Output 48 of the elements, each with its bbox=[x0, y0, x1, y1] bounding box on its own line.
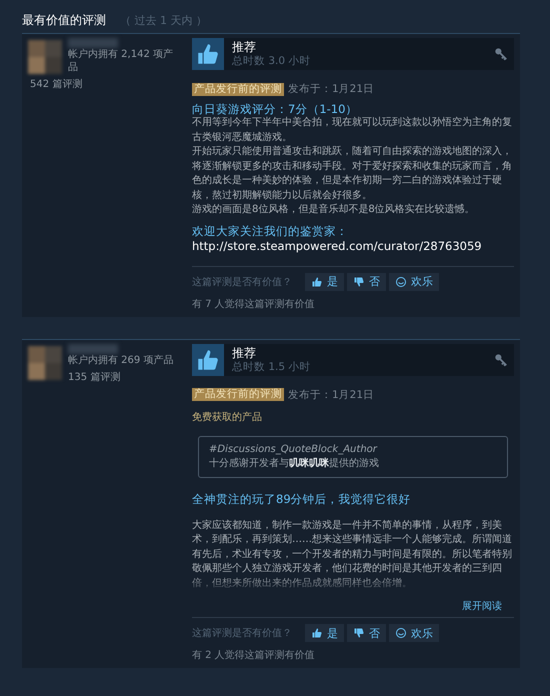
review-paragraph: 不用等到今年下半年中美合拍，现在就可以玩到这款以孙悟空为主角的复古类银河恶魔城游戏。 bbox=[192, 116, 513, 144]
review-paragraph: 游戏的画面是8位风格，但是音乐却不是8位风格实在比较遗憾。 bbox=[192, 203, 476, 217]
quote-author: #Discussions_QuoteBlock_Author bbox=[209, 442, 378, 456]
products-count: 帐户内拥有 2,142 项产品 bbox=[68, 48, 174, 74]
vote-button[interactable]: 否 bbox=[347, 624, 386, 642]
vote-button[interactable]: 欢乐 bbox=[389, 624, 439, 642]
reviews-count: 135 篇评测 bbox=[67, 370, 122, 384]
helpful-prompt: 这篇评测是否有价值？ bbox=[192, 626, 292, 640]
pre-release-tag: 产品发行前的评测 bbox=[192, 388, 284, 401]
key-icon bbox=[494, 352, 508, 366]
review-paragraph: 大家应该都知道，制作一款游戏是一件并不简单的事情，从程序，到美术，到配乐，再到策划……想来这些事情远非一个人能够完成。所谓闻道有先后，术业有专攻，一个开发者的精力与时间是有限的。所以笔者特别敬佩那些个人独立游戏开发者，他们花费的时间是其他开发者的三到四倍，但想来所做出来的作品成就感同样也会倍增。 bbox=[192, 518, 513, 590]
avatar-icon[interactable] bbox=[28, 40, 62, 74]
thumbs-up-icon bbox=[311, 627, 323, 639]
posted-date: 发布于：1月21日 bbox=[288, 82, 374, 96]
helpful-count: 有 7 人觉得这篇评测有价值 bbox=[192, 298, 316, 310]
vote-button[interactable]: 是 bbox=[305, 624, 344, 642]
blurred-name bbox=[68, 344, 118, 354]
highlight-text: 欢迎大家关注我们的鉴赏家： bbox=[192, 224, 349, 238]
reviews-count: 542 篇评测 bbox=[29, 78, 84, 91]
vote-button[interactable]: 是 bbox=[305, 272, 344, 290]
period-label: （ 过去 1 天内 ） bbox=[120, 13, 207, 28]
section-title: 最有价值的评测 bbox=[22, 12, 106, 29]
products-count: 帐户内拥有 269 项产品 bbox=[68, 354, 174, 366]
pre-release-tag: 产品发行前的评测 bbox=[192, 82, 284, 96]
vote-button[interactable]: 否 bbox=[347, 272, 386, 290]
free-product-note: 免费获取的产品 bbox=[192, 410, 263, 424]
posted-date: 发布于：1月21日 bbox=[288, 388, 374, 402]
helpful-prompt: 这篇评测是否有价值？ bbox=[192, 276, 292, 288]
verdict-label: 推荐 bbox=[232, 40, 257, 55]
key-icon bbox=[494, 47, 508, 61]
thumbs-up-icon bbox=[311, 276, 323, 288]
review-headline: 全神贯注的玩了89分钟后，我觉得它很好 bbox=[192, 492, 412, 506]
verdict-label: 推荐 bbox=[232, 346, 257, 360]
hours-label: 总时数 3.0 小时 bbox=[232, 55, 312, 68]
review-paragraph: 开始玩家只能使用普通攻击和跳跃，随着可自由探索的游戏地图的深入，将逐渐解锁更多的攻击和移动手段。对于爱好探索和收集的玩家而言，角色的成长是一种美妙的体验，但是本作初期一穷二白的游戏体验过于硬核，熬过初期解锁能力以后就会好很多。 bbox=[192, 145, 513, 202]
helpful-count: 有 2 人觉得这篇评测有价值 bbox=[192, 648, 316, 662]
thumbs-down-icon bbox=[353, 627, 365, 639]
avatar-icon[interactable] bbox=[28, 346, 62, 380]
smiley-icon bbox=[395, 627, 407, 639]
read-more-link[interactable]: 展开阅读 bbox=[462, 601, 502, 612]
thumbs-down-icon bbox=[353, 276, 365, 288]
curator-link[interactable]: http://store.steampowered.com/curator/28763059 bbox=[192, 238, 514, 254]
smiley-icon bbox=[395, 276, 407, 288]
blurred-name bbox=[68, 38, 118, 48]
vote-button[interactable]: 欢乐 bbox=[389, 272, 439, 290]
highlight-text: 向日葵游戏评分：7分（1-10） bbox=[192, 102, 358, 116]
quote-text: 十分感谢开发者与叽咪叽咪提供的游戏 bbox=[209, 456, 380, 470]
hours-label: 总时数 1.5 小时 bbox=[232, 360, 312, 374]
